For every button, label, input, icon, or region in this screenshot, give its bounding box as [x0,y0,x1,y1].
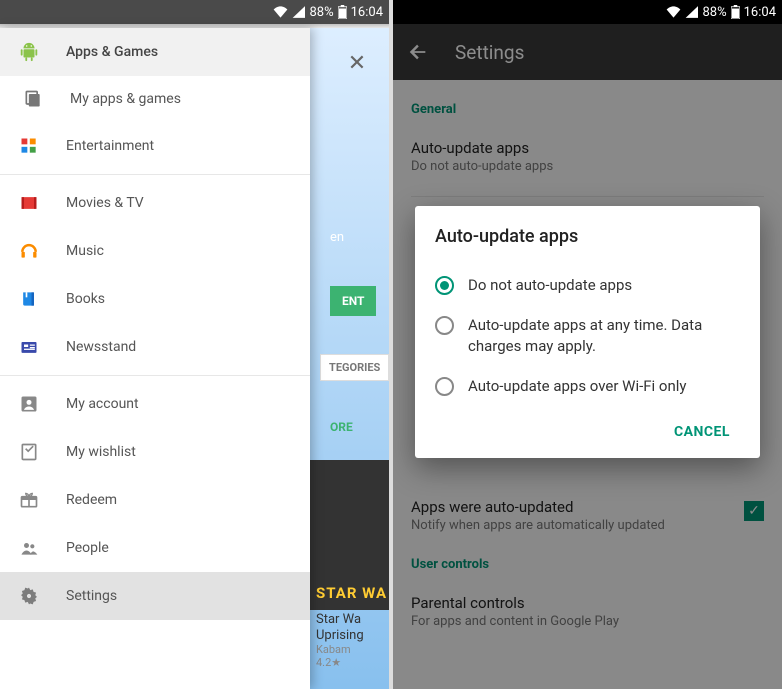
divider [0,174,310,175]
dialog-auto-update: Auto-update apps Do not auto-update apps… [415,206,760,458]
wishlist-icon [18,441,40,463]
status-bar: 88% 16:04 [0,0,389,24]
drawer-people[interactable]: People [0,524,310,572]
android-icon [18,41,40,63]
drawer-movies[interactable]: Movies & TV [0,179,310,227]
battery-icon [338,5,347,19]
drawer-label: Movies & TV [66,195,292,211]
drawer-my-apps[interactable]: My apps & games [0,76,310,122]
drawer-settings[interactable]: Settings [0,572,310,620]
bg-badge-ent: ENT [330,286,376,316]
screen-settings-dialog: 88% 16:04 Settings General Auto-update a… [393,0,782,689]
drawer-label: Books [66,291,292,307]
drawer-redeem[interactable]: Redeem [0,476,310,524]
drawer-music[interactable]: Music [0,227,310,275]
drawer-newsstand[interactable]: Newsstand [0,323,310,371]
radio-opt-wifi[interactable]: Auto-update apps over Wi-Fi only [435,366,740,406]
drawer-books[interactable]: Books [0,275,310,323]
drawer-label: Music [66,243,292,259]
cancel-button[interactable]: CANCEL [664,416,740,448]
card-caption: STAR WA [316,584,387,602]
drawer-label: Newsstand [66,339,292,355]
radio-label: Auto-update apps over Wi-Fi only [468,376,687,396]
drawer-label: Entertainment [66,138,292,154]
redeem-icon [18,489,40,511]
drawer-label: My account [66,396,292,412]
clock: 16:04 [744,5,776,20]
drawer-label: People [66,540,292,556]
drawer-label: Redeem [66,492,292,508]
drawer-label: My apps & games [70,91,292,107]
close-icon[interactable]: ✕ [340,46,374,80]
status-bar: 88% 16:04 [393,0,782,24]
newsstand-icon [18,336,40,358]
drawer-apps-games[interactable]: Apps & Games [0,28,310,76]
dialog-actions: CANCEL [435,406,740,448]
battery-pct: 88% [309,5,333,20]
drawer-label: Settings [66,588,292,604]
books-icon [18,288,40,310]
nav-drawer: Apps & Games My apps & games Entertainme… [0,28,310,689]
app-publisher: Kabam [316,643,364,656]
drawer-label: My wishlist [66,444,292,460]
dialog-title: Auto-update apps [435,226,740,247]
app-title-l1: Star Wa [316,612,364,628]
radio-label: Do not auto-update apps [468,275,632,295]
account-icon [18,393,40,415]
bg-app-title: Star Wa Uprising Kabam 4.2★ [316,612,364,670]
entertainment-icon [18,135,40,157]
drawer-entertainment[interactable]: Entertainment [0,122,310,170]
divider [0,375,310,376]
music-icon [18,240,40,262]
my-apps-icon [22,88,44,110]
app-rating: 4.2★ [316,656,364,669]
battery-icon [731,5,740,19]
drawer-my-wishlist[interactable]: My wishlist [0,428,310,476]
radio-unchecked-icon [435,316,454,335]
wifi-icon [666,6,681,18]
bg-text-en: en [330,230,344,245]
app-title-l2: Uprising [316,628,364,644]
screen-play-store-drawer: 88% 16:04 ✕ en ENT TEGORIES ORE STAR WA … [0,0,389,689]
clock: 16:04 [351,5,383,20]
bg-app-card[interactable]: STAR WA [310,460,389,610]
radio-opt-no-update[interactable]: Do not auto-update apps [435,265,740,305]
radio-unchecked-icon [435,377,454,396]
radio-checked-icon [435,276,454,295]
battery-pct: 88% [702,5,726,20]
drawer-label: Apps & Games [66,44,292,60]
drawer-my-account[interactable]: My account [0,380,310,428]
bg-badge-categories: TEGORIES [320,354,389,381]
people-icon [18,537,40,559]
radio-label: Auto-update apps at any time. Data charg… [468,315,740,356]
bg-more-fragment: ORE [330,420,353,434]
signal-icon [685,6,698,18]
signal-icon [292,6,305,18]
radio-opt-anytime[interactable]: Auto-update apps at any time. Data charg… [435,305,740,366]
gear-icon [18,585,40,607]
movies-icon [18,192,40,214]
wifi-icon [273,6,288,18]
